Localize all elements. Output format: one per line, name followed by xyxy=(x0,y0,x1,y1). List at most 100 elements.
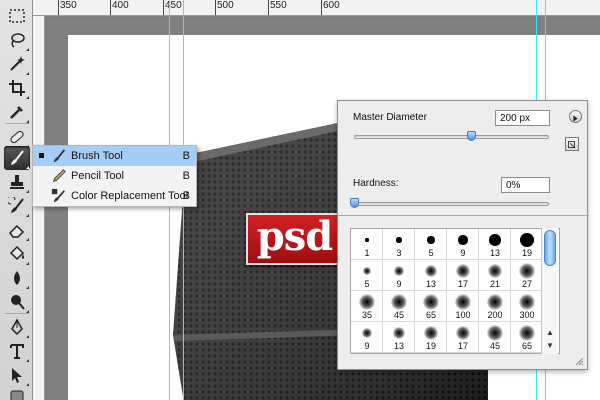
flyout-item-brush-tool[interactable]: Brush Tool B xyxy=(33,146,196,166)
hardness-field[interactable] xyxy=(501,177,550,193)
brush-preset[interactable]: 5 xyxy=(415,229,447,260)
lasso-tool[interactable] xyxy=(4,28,30,52)
flyout-item-pencil-tool[interactable]: Pencil Tool B xyxy=(33,166,196,186)
scrollbar-thumb[interactable] xyxy=(544,230,556,266)
marquee-tool[interactable] xyxy=(4,4,30,28)
brush-tip-preview xyxy=(456,326,470,340)
master-diameter-slider[interactable] xyxy=(354,135,549,139)
brush-preset[interactable]: 27 xyxy=(511,260,543,291)
tool-flyout-indicator xyxy=(26,286,29,289)
master-diameter-field[interactable] xyxy=(495,110,550,126)
sample-size-button[interactable] xyxy=(565,137,579,151)
brush-preset[interactable]: 13 xyxy=(415,260,447,291)
brush-tip-preview xyxy=(424,326,438,340)
brush-preset[interactable]: 100 xyxy=(447,291,479,322)
brush-size-label: 45 xyxy=(489,341,500,351)
tool-flyout-indicator xyxy=(26,190,29,193)
brush-preset[interactable]: 3 xyxy=(383,229,415,260)
tool-flyout-indicator xyxy=(26,72,29,75)
type-icon xyxy=(10,344,24,359)
paint-bucket-icon xyxy=(9,245,25,261)
brush-tip-preview xyxy=(396,237,402,243)
brush-preset[interactable]: 300 xyxy=(511,291,543,322)
brush-preset[interactable]: 13 xyxy=(383,322,415,353)
brush-preset[interactable]: 1 xyxy=(351,229,383,260)
shape-tool[interactable] xyxy=(4,384,30,400)
crop-tool[interactable] xyxy=(4,76,30,100)
marquee-icon xyxy=(9,9,25,23)
pencil-icon xyxy=(52,169,66,183)
brush-preset[interactable]: 21 xyxy=(479,260,511,291)
brush-size-label: 45 xyxy=(393,310,404,320)
dodge-icon xyxy=(11,295,25,310)
eyedropper-tool[interactable] xyxy=(4,100,30,124)
color-replacement-icon xyxy=(51,188,66,203)
tool-flyout-indicator xyxy=(26,262,29,265)
resize-grip-icon[interactable] xyxy=(574,356,584,366)
eraser-tool[interactable] xyxy=(4,218,30,242)
brush-preset[interactable]: 19 xyxy=(415,322,447,353)
brush-tip-preview xyxy=(391,294,407,310)
brush-preset[interactable]: 45 xyxy=(383,291,415,322)
use-sample-size-icon xyxy=(568,141,575,148)
brush-preset[interactable]: 65 xyxy=(415,291,447,322)
hardness-slider[interactable] xyxy=(354,202,549,206)
magic-wand-tool[interactable] xyxy=(4,52,30,76)
brush-size-label: 13 xyxy=(425,279,436,289)
history-brush-tool[interactable] xyxy=(4,194,30,218)
brush-tip-preview xyxy=(520,233,534,247)
eraser-icon xyxy=(9,224,25,238)
brush-preset[interactable]: 45 xyxy=(479,322,511,353)
paint-bucket-tool[interactable] xyxy=(4,242,30,266)
toolbar-divider xyxy=(5,313,29,314)
hardness-label: Hardness: xyxy=(353,178,399,189)
panel-divider xyxy=(338,215,589,216)
flyout-item-color-replacement-tool[interactable]: Color Replacement Tool B xyxy=(33,186,196,206)
brush-preset[interactable]: 17 xyxy=(447,322,479,353)
brush-preset[interactable]: 9 xyxy=(383,260,415,291)
brush-size-label: 5 xyxy=(364,279,370,289)
brush-preset[interactable]: 19 xyxy=(511,229,543,260)
hardness-slider-handle[interactable] xyxy=(350,198,359,208)
brush-preset[interactable]: 17 xyxy=(447,260,479,291)
blur-tool[interactable] xyxy=(4,266,30,290)
flyout-item-label: Color Replacement Tool xyxy=(71,190,189,202)
brush-tip-preview xyxy=(519,325,535,341)
flyout-item-label: Brush Tool xyxy=(71,150,123,162)
brush-preset[interactable]: 200 xyxy=(479,291,511,322)
dodge-tool[interactable] xyxy=(4,290,30,314)
brush-tip-preview xyxy=(394,266,404,276)
brush-tip-preview xyxy=(363,267,371,275)
brush-preset[interactable]: 35 xyxy=(351,291,383,322)
brush-tip-preview xyxy=(519,263,535,279)
brush-tip-preview xyxy=(487,294,503,310)
brush-size-label: 5 xyxy=(428,248,434,258)
brush-preset[interactable]: 65 xyxy=(511,322,543,353)
brush-icon xyxy=(11,150,24,165)
brush-preset[interactable]: 5 xyxy=(351,260,383,291)
brush-tool[interactable] xyxy=(4,146,30,170)
brush-tip-preview xyxy=(359,294,375,310)
psd-logo: psd xyxy=(246,213,343,265)
brush-tip-preview xyxy=(487,325,503,341)
ruler-label: 350 xyxy=(60,0,77,11)
scroll-down-arrow-icon[interactable]: ▼ xyxy=(546,341,554,350)
lasso-icon xyxy=(11,33,25,48)
magic-wand-icon xyxy=(10,56,25,71)
clone-stamp-tool[interactable] xyxy=(4,170,30,194)
brush-size-label: 9 xyxy=(460,248,466,258)
brush-preset[interactable]: 13 xyxy=(479,229,511,260)
tool-flyout-indicator xyxy=(26,238,29,241)
pen-tool[interactable] xyxy=(4,315,30,339)
ruler-label: 600 xyxy=(323,0,340,11)
panel-menu-button[interactable] xyxy=(569,110,582,123)
brush-preset[interactable]: 9 xyxy=(447,229,479,260)
preset-scrollbar[interactable]: ▲ ▼ xyxy=(541,228,558,354)
master-diameter-slider-handle[interactable] xyxy=(467,131,476,141)
master-diameter-label: Master Diameter xyxy=(353,112,427,123)
brush-preset-grid[interactable]: 1 3 5 9 13 19 5 9 13 17 21 27 35 45 65 100 200 300 9 13 19 17… xyxy=(350,228,560,354)
type-tool[interactable] xyxy=(4,339,30,363)
flyout-item-label: Pencil Tool xyxy=(71,170,124,182)
brush-preset[interactable]: 9 xyxy=(351,322,383,353)
scroll-up-arrow-icon[interactable]: ▲ xyxy=(546,328,554,337)
